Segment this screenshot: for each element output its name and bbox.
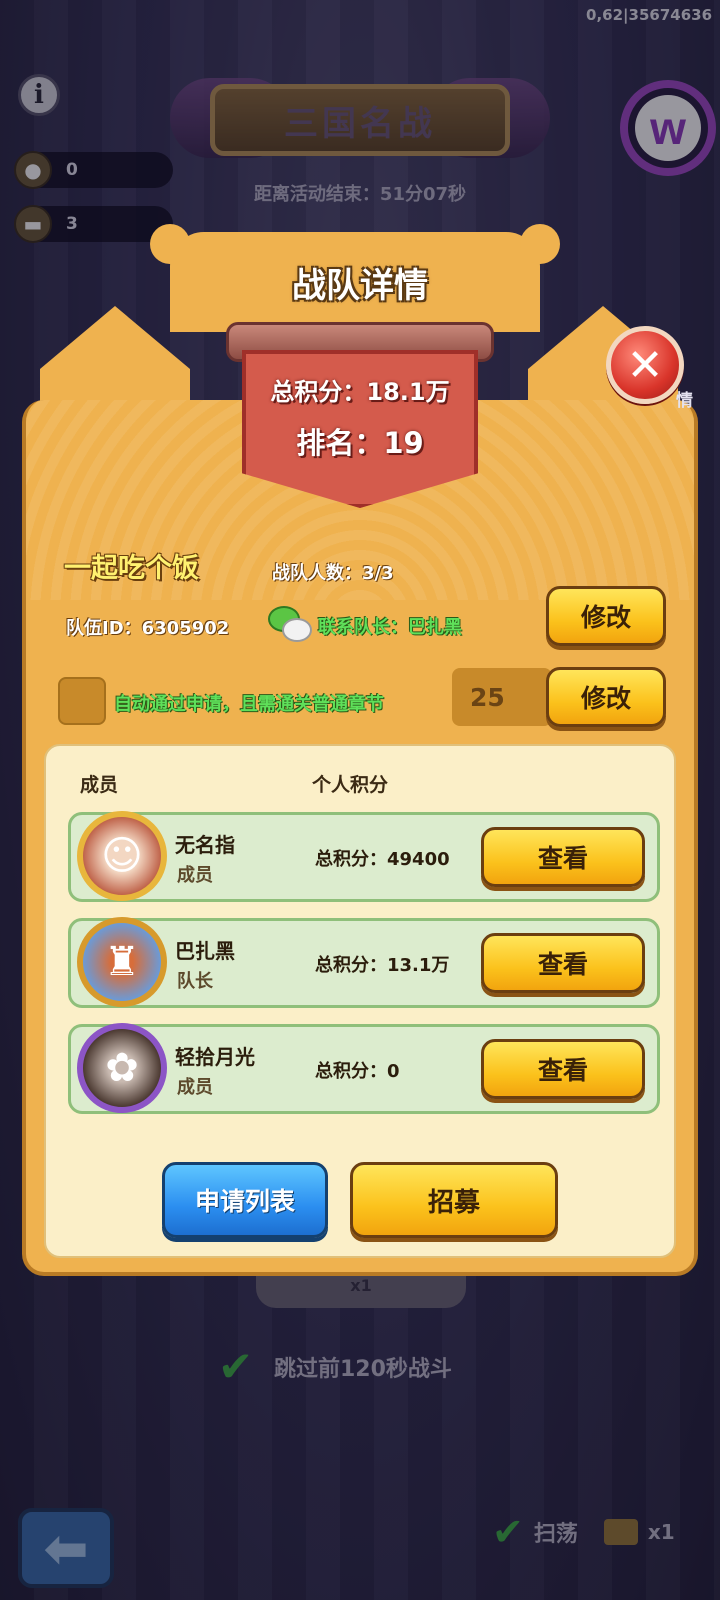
member-role: 成员 [177, 865, 213, 886]
member-score: 总积分：13.1万 [315, 955, 450, 976]
column-header-score: 个人积分 [312, 774, 389, 796]
side-tab-label: 情 [676, 391, 693, 411]
avatar[interactable]: ☺ [77, 811, 167, 901]
edit-level-button[interactable]: 修改 [546, 667, 666, 727]
modal-title: 战队详情 [292, 266, 428, 306]
wechat-icon [268, 606, 314, 644]
member-score: 总积分：49400 [315, 849, 450, 870]
column-header-member: 成员 [80, 774, 119, 796]
avatar[interactable]: ✿ [77, 1023, 167, 1113]
edit-contact-button[interactable]: 修改 [546, 586, 666, 646]
view-member-button[interactable]: 查看 [481, 827, 645, 887]
apply-list-button[interactable]: 申请列表 [162, 1162, 328, 1238]
auto-approve-label: 自动通过申请，且需通关普通章节 [114, 694, 384, 715]
close-button[interactable]: ✕ [606, 326, 684, 404]
member-row: ☺ 无名指 成员 总积分：49400 查看 [68, 811, 660, 902]
auto-approve-checkbox[interactable] [58, 677, 106, 725]
view-member-button[interactable]: 查看 [481, 1039, 645, 1099]
close-icon: ✕ [626, 339, 664, 391]
member-name: 巴扎黑 [175, 939, 235, 963]
avatar[interactable]: ♜ [77, 917, 167, 1007]
member-role: 成员 [177, 1077, 213, 1098]
member-role: 队长 [177, 971, 213, 992]
member-name: 无名指 [175, 833, 235, 857]
member-row: ♜ 巴扎黑 队长 总积分：13.1万 查看 [68, 917, 660, 1008]
chapter-level-input[interactable]: 25 [452, 668, 552, 726]
team-id: 队伍ID：6305902 [66, 618, 230, 639]
rank: 排名：19 [296, 426, 424, 460]
member-score: 总积分：0 [315, 1061, 400, 1082]
contact-captain: 联系队长：巴扎黑 [318, 617, 462, 638]
member-name: 轻拾月光 [175, 1045, 255, 1069]
team-member-count: 战队人数：3/3 [272, 563, 394, 584]
member-row: ✿ 轻拾月光 成员 总积分：0 查看 [68, 1023, 660, 1114]
team-name: 一起吃个饭 [64, 553, 199, 584]
total-score: 总积分：18.1万 [270, 378, 450, 406]
view-member-button[interactable]: 查看 [481, 933, 645, 993]
recruit-button[interactable]: 招募 [350, 1162, 558, 1238]
